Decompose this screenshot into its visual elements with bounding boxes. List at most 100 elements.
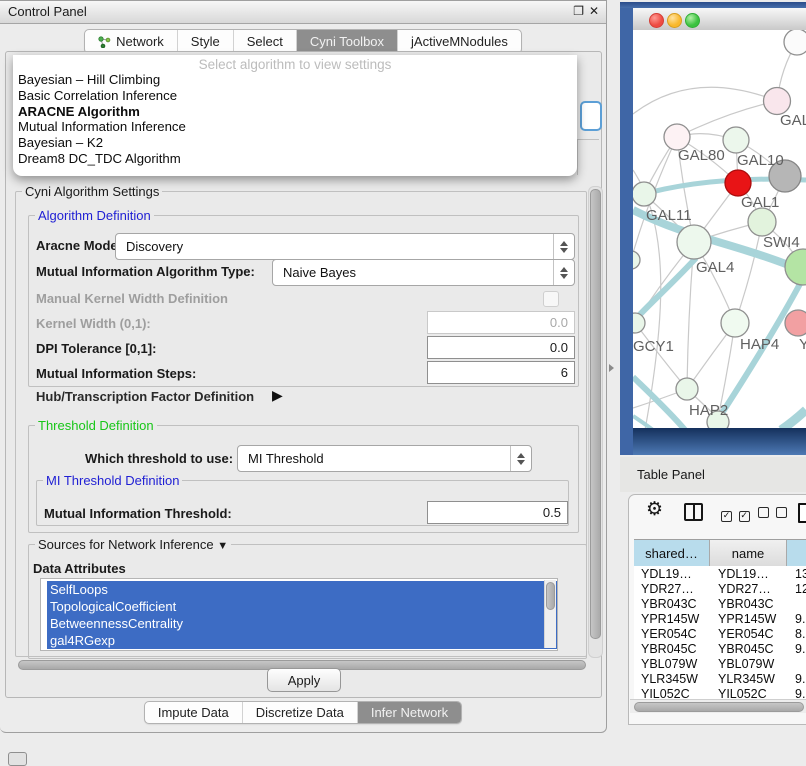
node-gcy1[interactable] — [633, 313, 645, 333]
sources-expanded-icon[interactable]: ▼ — [217, 540, 228, 552]
list-scrollbar-track[interactable] — [544, 580, 556, 648]
table-row[interactable]: YDR27… YDR27… 12 — [634, 581, 806, 596]
kernel-width-value: 0.0 — [550, 315, 568, 330]
table-row[interactable]: YBR045C YBR045C 9. — [634, 641, 806, 656]
minimize-traffic-light[interactable] — [667, 13, 682, 28]
dropdown-item[interactable]: Basic Correlation Inference — [13, 88, 577, 104]
mi-threshold-group-title: MI Threshold Definition — [43, 473, 182, 488]
hub-expander-label[interactable]: Hub/Transcription Factor Definition — [36, 389, 254, 404]
dropdown-item[interactable]: Bayesian – K2 — [13, 135, 577, 151]
node-gal10[interactable] — [723, 127, 749, 153]
column-header-partial[interactable] — [787, 540, 806, 566]
stepper-icon — [553, 260, 574, 285]
tab-style[interactable]: Style — [177, 30, 233, 53]
frame-bottom-border — [633, 428, 806, 455]
screen: { "icons": { "gear": "⚙", "close": "✕", … — [0, 0, 806, 762]
network-window-titlebar[interactable] — [633, 8, 806, 31]
apply-button[interactable]: Apply — [267, 668, 341, 692]
table-hscrollbar-thumb[interactable] — [634, 702, 804, 712]
collapsed-panel-icon[interactable] — [8, 752, 27, 766]
columns-icon[interactable] — [684, 503, 703, 521]
tab-impute-data[interactable]: Impute Data — [145, 702, 242, 723]
tab-discretize-data[interactable]: Discretize Data — [242, 702, 357, 723]
tab-jactivemnodules-label: jActiveMNodules — [411, 34, 508, 49]
clear-checks-icon[interactable] — [758, 506, 787, 521]
cell: YBL079W — [711, 657, 788, 671]
table-hscrollbar-track[interactable] — [630, 699, 806, 713]
table-row[interactable]: YIL052C YIL052C 9. — [634, 686, 806, 700]
cell: 13 — [788, 567, 806, 581]
mi-threshold-value: 0.5 — [543, 505, 561, 520]
list-item[interactable]: SelfLoops — [47, 581, 557, 598]
node-unlabeled-top[interactable] — [784, 30, 806, 55]
dpi-tolerance-input[interactable]: 0.0 — [427, 336, 575, 359]
network-tab-icon — [98, 36, 111, 48]
checked-box-icon: ✓ — [739, 511, 750, 522]
tab-cyni-toolbox[interactable]: Cyni Toolbox — [296, 30, 397, 53]
table-row[interactable]: YBR043C YBR043C — [634, 596, 806, 611]
tab-select[interactable]: Select — [233, 30, 296, 53]
tab-network[interactable]: Network — [85, 30, 177, 53]
tab-select-label: Select — [247, 34, 283, 49]
node-hap2[interactable] — [676, 378, 698, 400]
dropdown-item[interactable]: Mutual Information Inference — [13, 119, 577, 135]
table-row[interactable]: YBL079W YBL079W — [634, 656, 806, 671]
column-header-shared-name[interactable]: shared… — [634, 540, 710, 566]
aracne-mode-combo[interactable]: Discovery — [115, 233, 575, 260]
dropdown-item-selected[interactable]: ARACNE Algorithm — [13, 104, 577, 120]
expander-collapsed-icon[interactable]: ▶ — [272, 387, 283, 404]
manual-kernel-checkbox[interactable] — [543, 291, 559, 307]
mi-type-combo[interactable]: Naive Bayes — [272, 259, 575, 286]
groupbox-fragment-line2 — [577, 139, 599, 140]
node-label-gal4: GAL4 — [696, 259, 734, 276]
select-all-checks-icon[interactable]: ✓ ✓ — [721, 506, 750, 522]
settings-scrollbar-track[interactable] — [588, 186, 603, 658]
data-attributes-list[interactable]: SelfLoops TopologicalCoefficient Between… — [40, 578, 558, 651]
dpi-tolerance-label: DPI Tolerance [0,1]: — [36, 341, 156, 356]
dpi-tolerance-value: 0.0 — [550, 340, 568, 355]
tab-infer-network[interactable]: Infer Network — [357, 702, 461, 723]
which-threshold-combo[interactable]: MI Threshold — [237, 445, 532, 472]
node-hap4[interactable] — [721, 309, 749, 337]
network-canvas[interactable]: GAL GAL80 GAL10 GAL1 GAL11 SWI4 GAL4 GCY… — [633, 30, 806, 428]
gear-icon[interactable]: ⚙ — [646, 499, 663, 519]
node-gal7[interactable] — [764, 88, 791, 115]
dropdown-item[interactable]: Dream8 DC_TDC Algorithm — [13, 151, 577, 167]
cell: YPR145W — [711, 612, 788, 626]
list-item[interactable]: TopologicalCoefficient — [47, 598, 557, 615]
table-row[interactable]: YPR145W YPR145W 9. — [634, 611, 806, 626]
groupbox-fragment-line — [577, 139, 578, 175]
kernel-width-input[interactable]: 0.0 — [427, 311, 575, 334]
cell: YIL052C — [634, 687, 711, 701]
node-left-partial[interactable] — [633, 251, 640, 269]
node-swi4[interactable] — [785, 249, 806, 285]
table-row[interactable]: YDL19… YDL19… 13 — [634, 566, 806, 581]
node-pink-right[interactable] — [785, 310, 806, 336]
new-table-icon[interactable] — [798, 503, 806, 523]
settings-scrollbar-thumb[interactable] — [590, 189, 601, 639]
node-gal1[interactable] — [748, 208, 776, 236]
control-panel-titlebar: Control Panel ❐ ✕ — [0, 1, 606, 24]
float-window-icon[interactable]: ❐ — [573, 4, 584, 18]
mi-threshold-input[interactable]: 0.5 — [427, 501, 568, 524]
node-gal11[interactable] — [633, 182, 656, 206]
list-scrollbar-thumb[interactable] — [546, 582, 555, 610]
cell: YBR045C — [634, 642, 711, 656]
node-red-highlight[interactable] — [725, 170, 751, 196]
list-item[interactable]: BetweennessCentrality — [47, 615, 557, 632]
cell: YDR27… — [634, 582, 711, 596]
column-header-name[interactable]: name — [710, 540, 787, 566]
table-row[interactable]: YER054C YER054C 8. — [634, 626, 806, 641]
tab-jactivemnodules[interactable]: jActiveMNodules — [397, 30, 521, 53]
panel-splitter-arrow-icon[interactable] — [609, 364, 614, 372]
mi-steps-input[interactable]: 6 — [427, 361, 575, 384]
aracne-mode-label: Aracne Mode: — [36, 238, 122, 253]
close-traffic-light[interactable] — [649, 13, 664, 28]
which-threshold-value: MI Threshold — [238, 451, 510, 466]
node-gal4[interactable] — [677, 225, 711, 259]
zoom-traffic-light[interactable] — [685, 13, 700, 28]
list-item[interactable]: gal4RGexp — [47, 632, 557, 649]
close-icon[interactable]: ✕ — [589, 4, 599, 18]
table-row[interactable]: YLR345W YLR345W 9. — [634, 671, 806, 686]
dropdown-item[interactable]: Bayesian – Hill Climbing — [13, 72, 577, 88]
